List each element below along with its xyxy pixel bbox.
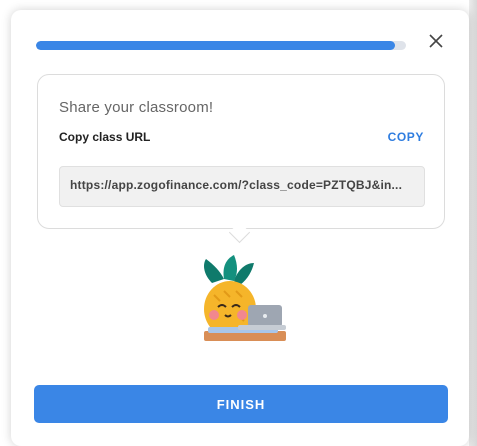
class-url-field[interactable]: https://app.zogofinance.com/?class_code=…: [59, 166, 425, 207]
close-icon: [429, 34, 443, 48]
background-edge: [469, 0, 477, 446]
pineapple-laptop-illustration: [204, 255, 286, 341]
progress-bar-fill: [36, 41, 395, 50]
finish-button[interactable]: FINISH: [34, 385, 448, 423]
progress-bar: [36, 41, 406, 50]
share-title: Share your classroom!: [59, 99, 214, 116]
share-card: Share your classroom! Copy class URL COP…: [37, 74, 445, 229]
close-button[interactable]: [425, 30, 447, 52]
copy-button[interactable]: COPY: [388, 130, 424, 144]
copy-class-url-label: Copy class URL: [59, 130, 151, 144]
